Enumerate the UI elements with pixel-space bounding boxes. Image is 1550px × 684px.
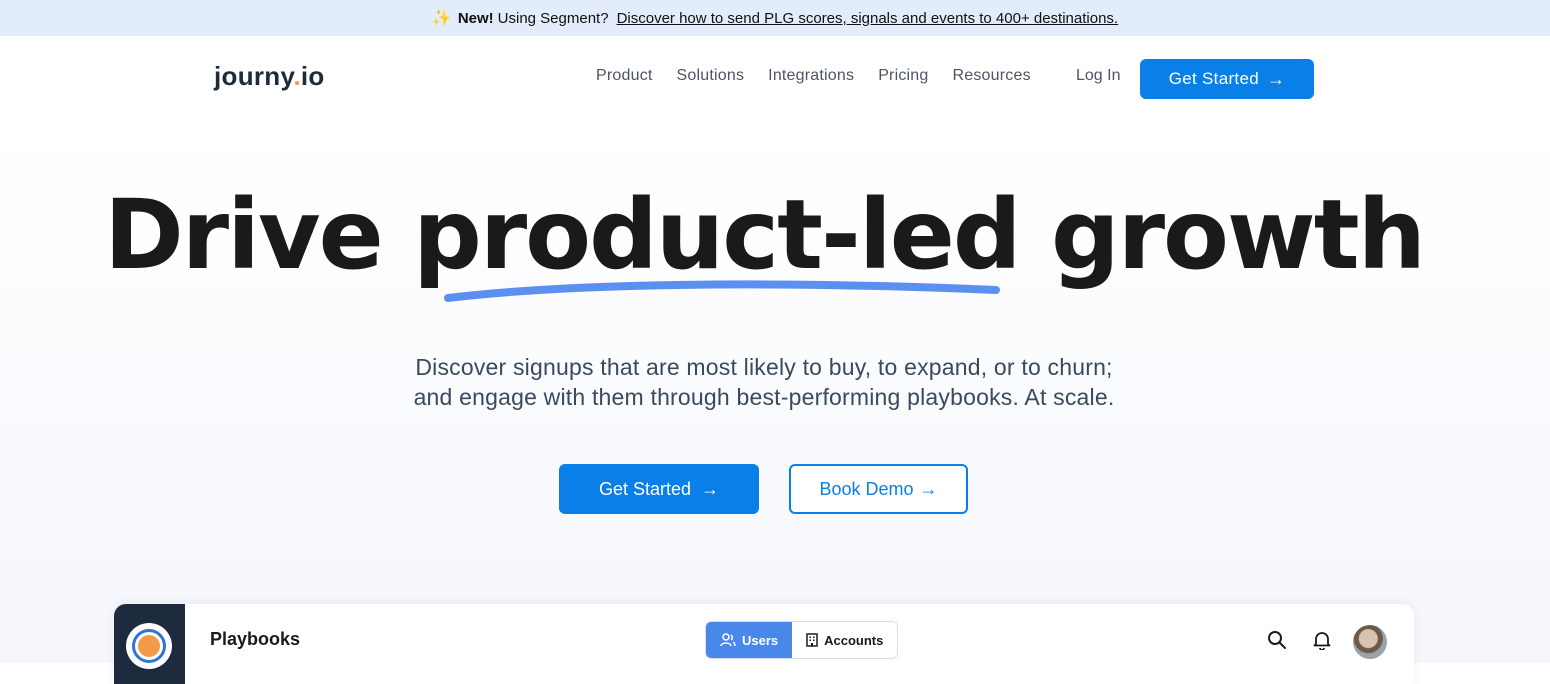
hero-subtitle: Discover signups that are most likely to… [0,352,1528,412]
search-icon[interactable] [1267,630,1287,650]
get-started-nav-button[interactable]: Get Started → [1140,59,1314,99]
toggle-users[interactable]: Users [706,622,793,658]
bell-icon[interactable] [1313,630,1331,650]
app-preview: Playbooks Users Accounts [114,604,1414,684]
building-icon [806,633,818,647]
get-started-hero-label: Get Started [598,478,692,499]
nav-item-resources[interactable]: Resources [953,67,1031,85]
hero-subtitle-line2: and engage with them through best-perfor… [413,384,1115,410]
logo[interactable]: journy.io [214,61,325,92]
toggle-accounts[interactable]: Accounts [792,622,898,658]
logo-tld: io [300,61,325,91]
logo-dot: . [293,61,301,91]
get-started-nav-label: Get Started [1168,69,1259,88]
app-logo-icon [126,623,172,669]
nav-item-integrations[interactable]: Integrations [768,67,854,85]
app-page-title: Playbooks [210,629,301,649]
arrow-right-icon: → [919,478,938,499]
book-demo-label: Book Demo [819,478,914,499]
nav-item-solutions[interactable]: Solutions [677,67,745,85]
hero-subtitle-line1: Discover signups that are most likely to… [415,354,1113,380]
logo-main: journy [214,61,294,91]
toggle-users-label: Users [742,632,779,648]
hero-title-highlight: product-led [413,179,1021,291]
banner-new-label: New! [457,9,494,27]
hero-title-end: growth [1019,179,1426,291]
users-icon [720,633,736,647]
users-accounts-toggle: Users Accounts [705,621,899,659]
arrow-right-icon: → [701,478,720,499]
book-demo-button[interactable]: Book Demo → [789,464,968,514]
nav-links: Product Solutions Integrations Pricing R… [596,67,1055,85]
hero-title: Drive product-led growth [0,180,1528,290]
avatar[interactable] [1353,625,1387,659]
nav-item-product[interactable]: Product [596,67,653,85]
hero-title-start: Drive [104,179,414,291]
nav-item-pricing[interactable]: Pricing [878,67,928,85]
announcement-banner: ✨ New! Using Segment? Discover how to se… [0,0,1550,36]
login-link[interactable]: Log In [1076,67,1120,85]
banner-link[interactable]: Discover how to send PLG scores, signals… [617,10,1119,27]
arrow-right-icon: → [1266,68,1286,89]
banner-message: Using Segment? [497,9,609,27]
top-navigation: journy.io Product Solutions Integrations… [0,36,1550,121]
sparkles-icon: ✨ [431,10,452,27]
toggle-accounts-label: Accounts [824,632,884,648]
highlight-underline [444,280,1000,302]
get-started-hero-button[interactable]: Get Started → [559,464,759,514]
app-sidebar [114,604,185,684]
